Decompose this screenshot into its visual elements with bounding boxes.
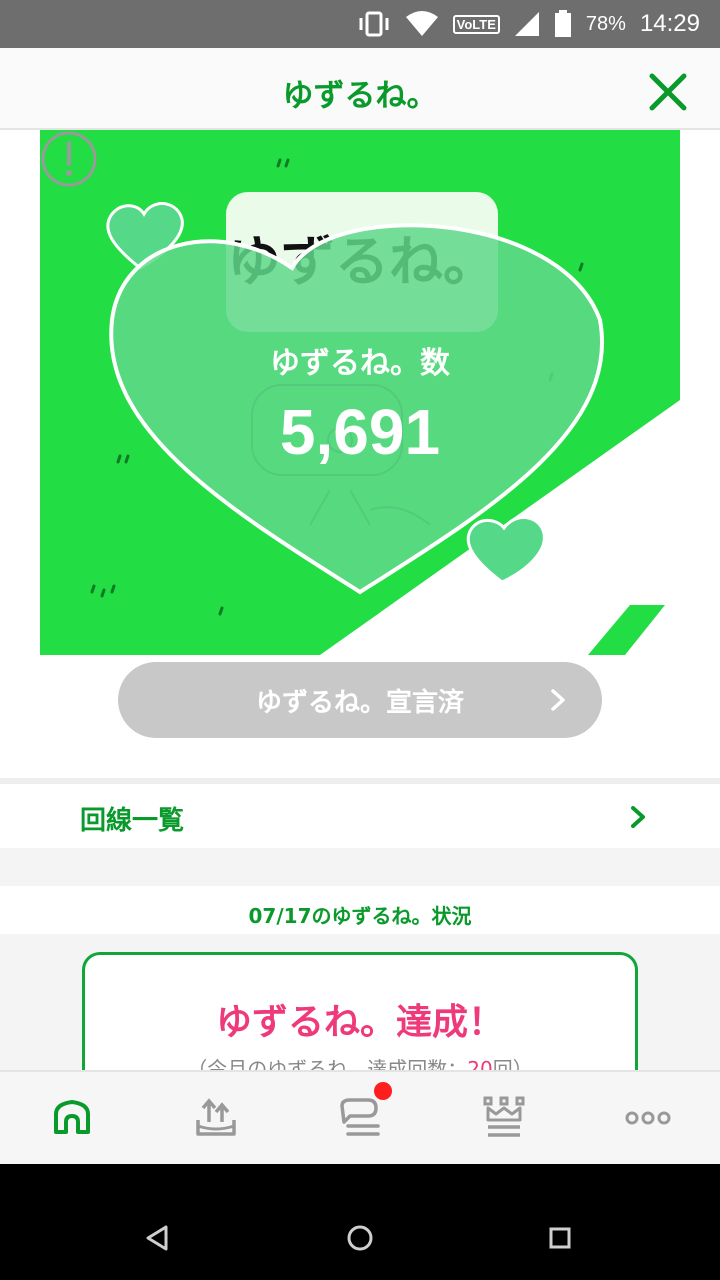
lines-list-row[interactable]: 回線一覧 [0, 784, 720, 848]
close-icon[interactable] [648, 72, 688, 112]
sub-suffix: 回） [492, 1057, 533, 1070]
more-icon[interactable] [624, 1094, 672, 1142]
home-icon[interactable] [48, 1094, 96, 1142]
signal-icon [514, 12, 539, 36]
chevron-right-icon [551, 689, 565, 711]
battery-percent: 78% [585, 12, 626, 35]
home-system-icon[interactable] [346, 1224, 374, 1252]
upload-icon[interactable] [192, 1094, 240, 1142]
sub-count: 20 [467, 1057, 493, 1070]
app-header: ゆずるね。 [0, 48, 720, 130]
declared-button-label: ゆずるね。宣言済 [255, 687, 464, 718]
status-area: ゆずるね。達成！ （今月のゆずるね。達成回数：20回） [0, 934, 720, 1070]
chevron-right-icon [631, 806, 645, 828]
back-icon[interactable] [144, 1224, 172, 1252]
clock: 14:29 [639, 10, 700, 37]
wifi-icon [405, 11, 438, 36]
system-nav-bar [0, 1164, 720, 1280]
yuzurune-count-value: 5,691 [279, 396, 441, 468]
declared-button[interactable]: ゆずるね。宣言済 [118, 662, 602, 738]
battery-icon [554, 10, 571, 37]
status-heading: 07/17のゆずるね。状況 [0, 886, 720, 934]
bottom-nav [0, 1070, 720, 1164]
yuzurune-count-label: ゆずるね。数 [270, 346, 450, 381]
status-icons: VoLTE 78% 14:29 [357, 0, 700, 48]
notification-badge [374, 1082, 392, 1100]
page-title: ゆずるね。 [282, 78, 438, 114]
achieved-text: ゆずるね。達成！ [215, 1002, 504, 1043]
hero-illustration: ゆずるね。 [90, 158, 680, 655]
sub-prefix: （今月のゆずるね。達成回数： [187, 1057, 468, 1070]
crown-icon[interactable] [480, 1094, 528, 1142]
hero-banner: ゆずるね。 ゆずるね。数 5,691 [40, 130, 680, 655]
status-bar: VoLTE 78% 14:29 [0, 0, 720, 48]
recents-icon[interactable] [546, 1224, 574, 1252]
vibrate-icon [359, 11, 389, 37]
volte-badge: VoLTE [452, 14, 500, 34]
section-spacer [0, 848, 720, 886]
status-card: ゆずるね。達成！ （今月のゆずるね。達成回数：20回） [82, 952, 638, 1070]
chat-icon[interactable] [336, 1094, 384, 1142]
monthly-achievement-count: （今月のゆずるね。達成回数：20回） [85, 1053, 635, 1070]
lines-list-label: 回線一覧 [80, 806, 185, 836]
alert-icon[interactable] [40, 130, 98, 188]
